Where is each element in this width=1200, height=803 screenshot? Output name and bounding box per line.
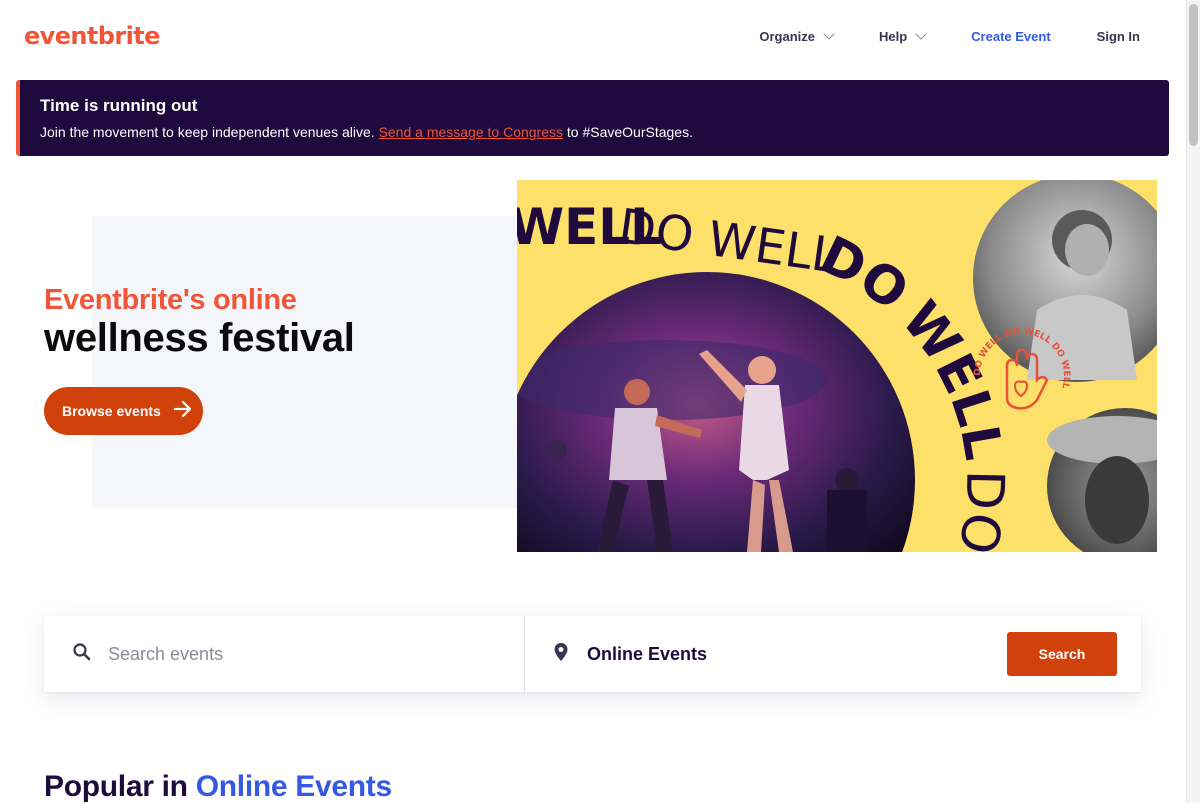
chevron-down-icon [823, 27, 835, 40]
location-section[interactable]: Online Events Search [525, 616, 1141, 692]
hero-background-panel [92, 216, 517, 508]
nav-organize[interactable]: Organize [759, 27, 835, 44]
browse-events-button[interactable]: Browse events [44, 387, 203, 435]
search-input[interactable] [108, 643, 488, 665]
top-nav: Organize Help Create Event Sign In [759, 0, 1140, 72]
congress-link[interactable]: Send a message to Congress [379, 124, 563, 140]
nav-help[interactable]: Help [879, 27, 927, 44]
scrollbar-thumb[interactable] [1189, 4, 1198, 146]
banner-text: Join the movement to keep independent ve… [40, 124, 1149, 140]
browse-events-label: Browse events [62, 403, 161, 419]
sign-in-link[interactable]: Sign In [1097, 29, 1140, 44]
eventbrite-logo[interactable]: eventbrite [24, 22, 160, 50]
nav-organize-label: Organize [759, 28, 815, 44]
hero-image[interactable]: WELL DO WELL DO WELL DO DO WELL DO WELL … [517, 180, 1157, 552]
page-scrollbar[interactable] [1186, 0, 1200, 803]
hero-heading: Eventbrite's online wellness festival [44, 282, 355, 358]
arrow-right-icon [173, 400, 193, 422]
nav-help-label: Help [879, 28, 908, 44]
event-search-bar: Online Events Search [44, 616, 1141, 692]
banner-text-after: to #SaveOurStages. [563, 124, 693, 140]
chevron-down-icon [915, 27, 927, 40]
location-pin-icon [553, 642, 569, 667]
save-our-stages-banner: Time is running out Join the movement to… [16, 80, 1169, 156]
popular-location-link[interactable]: Online Events [196, 770, 392, 803]
banner-title: Time is running out [40, 96, 198, 115]
search-button[interactable]: Search [1007, 632, 1117, 676]
site-header: eventbrite Organize Help Create Event Si… [0, 0, 1186, 72]
location-value[interactable]: Online Events [587, 644, 707, 665]
search-query-section[interactable] [44, 616, 525, 692]
banner-text-before: Join the movement to keep independent ve… [40, 124, 379, 140]
wellness-festival-artwork: WELL DO WELL DO WELL DO DO WELL DO WELL … [517, 180, 1157, 552]
popular-prefix: Popular in [44, 770, 196, 803]
hero-subtitle: Eventbrite's online [44, 284, 297, 316]
popular-heading: Popular in Online Events [44, 770, 392, 803]
hero-title: wellness festival [44, 316, 355, 360]
search-icon [72, 642, 92, 667]
create-event-link[interactable]: Create Event [971, 29, 1050, 44]
